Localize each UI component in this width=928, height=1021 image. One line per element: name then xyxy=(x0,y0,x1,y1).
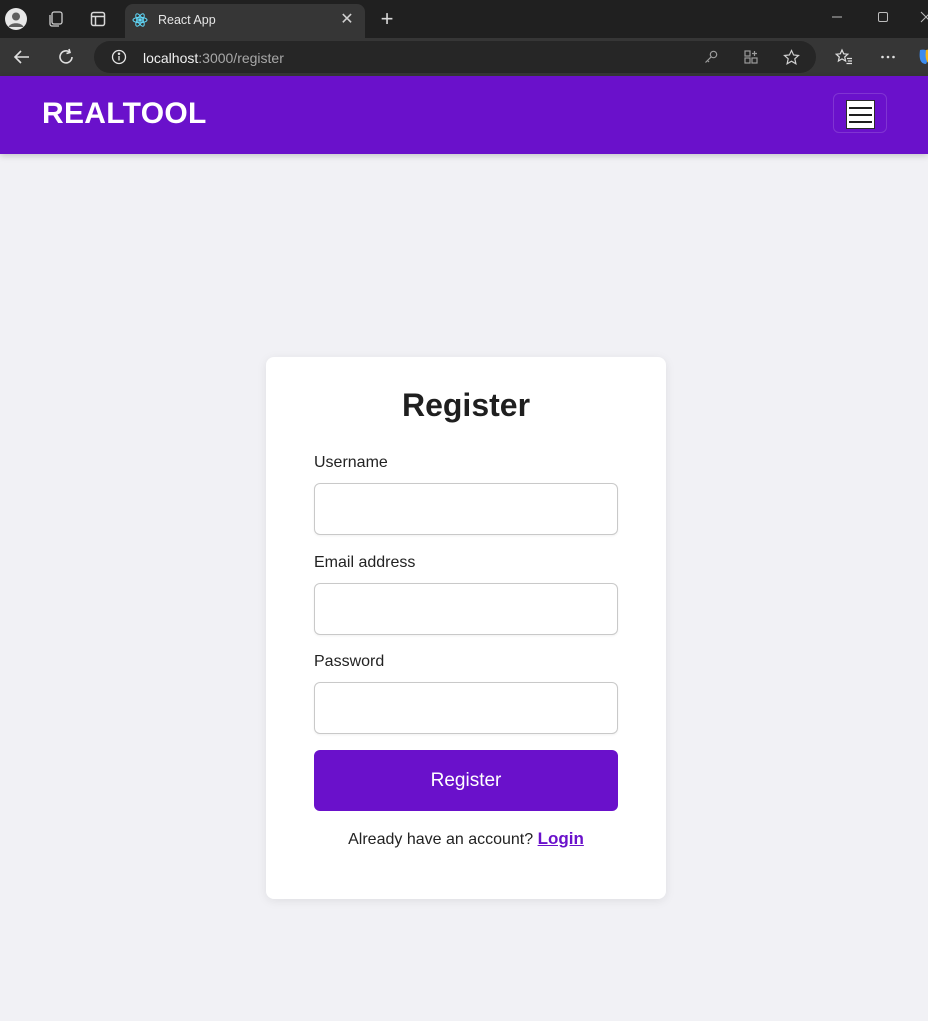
email-label: Email address xyxy=(314,554,416,571)
app-header: REALTOOL xyxy=(0,76,928,154)
login-link[interactable]: Login xyxy=(538,829,584,848)
username-label: Username xyxy=(314,454,388,471)
tab-react-app[interactable]: React App ✕ xyxy=(125,4,365,38)
page-title: Register xyxy=(401,387,531,423)
favorites-icon[interactable] xyxy=(834,48,853,66)
window-close-icon[interactable] xyxy=(916,8,928,28)
more-icon[interactable] xyxy=(879,48,897,66)
copilot-icon[interactable] xyxy=(918,48,928,66)
register-card: Register Username Email address Password… xyxy=(266,357,666,899)
url-path: :3000/register xyxy=(198,50,284,66)
email-input[interactable] xyxy=(314,583,618,635)
favorite-star-icon[interactable] xyxy=(783,49,800,66)
login-prompt: Already have an account? Login xyxy=(266,829,666,849)
browser-titlebar: React App ✕ + xyxy=(0,0,928,38)
username-input[interactable] xyxy=(314,483,618,535)
new-tab-icon[interactable]: + xyxy=(377,8,397,30)
react-favicon xyxy=(132,12,148,28)
tab-actions-icon[interactable] xyxy=(87,8,109,30)
url-host: localhost xyxy=(143,50,199,66)
maximize-icon[interactable] xyxy=(873,8,893,28)
password-label: Password xyxy=(314,653,385,670)
browser-toolbar: localhost:3000/register xyxy=(0,38,928,76)
profile-icon[interactable] xyxy=(5,8,27,30)
brand-logo[interactable]: REALTOOL xyxy=(42,97,207,131)
key-icon[interactable] xyxy=(703,49,719,65)
login-prompt-text: Already have an account? xyxy=(348,831,534,848)
back-icon[interactable] xyxy=(9,45,35,69)
address-bar[interactable]: localhost:3000/register xyxy=(94,41,816,73)
tab-title: React App xyxy=(158,13,216,27)
info-icon[interactable] xyxy=(111,49,127,65)
password-input[interactable] xyxy=(314,682,618,734)
url-text[interactable]: localhost:3000/register xyxy=(143,50,284,66)
navbar-toggler-button[interactable] xyxy=(833,93,887,133)
register-button[interactable]: Register xyxy=(314,750,618,811)
app-available-icon[interactable] xyxy=(743,49,759,65)
minimize-icon[interactable] xyxy=(827,8,847,28)
tab-close-icon[interactable]: ✕ xyxy=(339,12,355,28)
hamburger-menu-icon xyxy=(846,100,875,129)
refresh-icon[interactable] xyxy=(53,45,79,69)
workspaces-icon[interactable] xyxy=(45,8,67,30)
